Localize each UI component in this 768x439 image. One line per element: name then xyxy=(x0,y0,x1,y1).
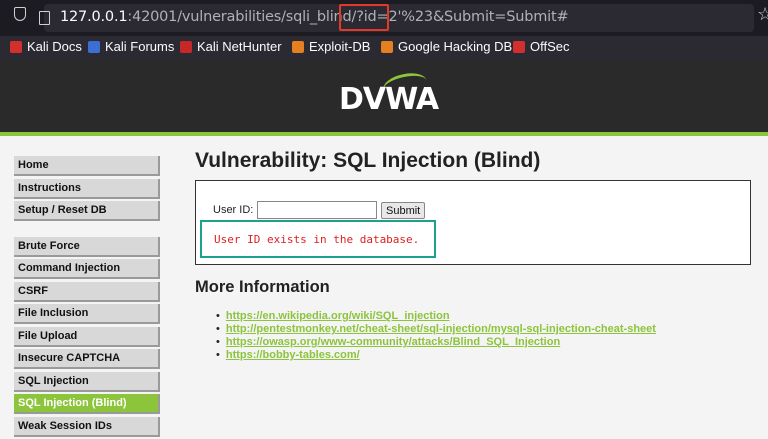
ghdb-icon xyxy=(381,40,393,53)
bookmark-kali-forums[interactable]: Kali Forums xyxy=(88,39,174,54)
reference-link[interactable]: https://en.wikipedia.org/wiki/SQL_inject… xyxy=(226,310,450,322)
url-text[interactable]: 127.0.0.1:42001/vulnerabilities/sqli_bli… xyxy=(60,9,569,25)
bookmark-label: Kali Docs xyxy=(27,39,82,54)
sidebar-item-file-upload[interactable]: File Upload xyxy=(14,326,160,347)
sidebar-item-weak-session-ids[interactable]: Weak Session IDs xyxy=(14,416,160,437)
sidebar-item-home[interactable]: Home xyxy=(14,156,160,176)
sidebar-item-brute-force[interactable]: Brute Force xyxy=(14,236,160,257)
bookmark-label: Kali Forums xyxy=(105,39,175,54)
list-item: http://pentestmonkey.net/cheat-sheet/sql… xyxy=(216,323,656,336)
reference-link[interactable]: https://owasp.org/www-community/attacks/… xyxy=(226,336,560,348)
bookmark-label: OffSec xyxy=(530,39,570,54)
sidebar-item-insecure-captcha[interactable]: Insecure CAPTCHA xyxy=(14,349,160,369)
exploit-db-icon xyxy=(292,40,304,53)
kali-forums-icon xyxy=(88,40,100,53)
user-id-input[interactable] xyxy=(257,201,377,219)
bookmark-label: Kali NetHunter xyxy=(197,39,282,54)
more-info-links: https://en.wikipedia.org/wiki/SQL_inject… xyxy=(216,310,656,362)
bookmark-google-hacking-db[interactable]: Google Hacking DB xyxy=(381,39,512,54)
url-highlight-box xyxy=(339,4,389,31)
page-title: Vulnerability: SQL Injection (Blind) xyxy=(195,149,541,172)
list-item: https://owasp.org/www-community/attacks/… xyxy=(216,336,656,349)
result-message: User ID exists in the database. xyxy=(214,233,420,246)
reference-link[interactable]: https://bobby-tables.com/ xyxy=(226,349,360,361)
url-bar[interactable]: 127.0.0.1:42001/vulnerabilities/sqli_bli… xyxy=(39,4,754,32)
list-item: https://bobby-tables.com/ xyxy=(216,349,656,362)
browser-toolbar: 127.0.0.1:42001/vulnerabilities/sqli_bli… xyxy=(0,0,768,36)
list-item: https://en.wikipedia.org/wiki/SQL_inject… xyxy=(216,310,656,323)
sidebar-item-sql-injection[interactable]: SQL Injection xyxy=(14,371,160,392)
nethunter-icon xyxy=(180,40,192,53)
vulnerable-form-box: User ID: Submit User ID exists in the da… xyxy=(195,180,751,265)
bookmark-exploit-db[interactable]: Exploit-DB xyxy=(292,39,370,54)
page-icon xyxy=(39,11,50,25)
sidebar-item-instructions[interactable]: Instructions xyxy=(14,178,160,199)
kali-docs-icon xyxy=(10,40,22,53)
sidebar-item-csrf[interactable]: CSRF xyxy=(14,281,160,302)
dvwa-logo: DVWA xyxy=(335,69,439,118)
user-id-label: User ID: xyxy=(213,204,254,216)
submit-button[interactable]: Submit xyxy=(381,202,426,219)
result-highlight-box: User ID exists in the database. xyxy=(200,220,436,258)
bookmark-label: Exploit-DB xyxy=(309,39,371,54)
sidebar-item-file-inclusion[interactable]: File Inclusion xyxy=(14,304,160,324)
reference-link[interactable]: http://pentestmonkey.net/cheat-sheet/sql… xyxy=(226,323,656,335)
bookmark-label: Google Hacking DB xyxy=(398,39,513,54)
offsec-icon xyxy=(513,40,525,53)
bookmark-star-icon[interactable]: ☆ xyxy=(757,4,768,25)
sidebar-item-setup-reset-db[interactable]: Setup / Reset DB xyxy=(14,201,160,221)
sidebar-item-sql-injection-blind[interactable]: SQL Injection (Blind) xyxy=(14,394,160,414)
bookmarks-bar: Kali Docs Kali Forums Kali NetHunter Exploi… xyxy=(0,36,768,60)
dvwa-header: DVWA xyxy=(0,60,768,132)
bookmark-offsec[interactable]: OffSec xyxy=(513,39,570,54)
bookmark-kali-docs[interactable]: Kali Docs xyxy=(10,39,82,54)
sidebar-item-command-injection[interactable]: Command Injection xyxy=(14,259,160,279)
bookmark-kali-nethunter[interactable]: Kali NetHunter xyxy=(180,39,282,54)
sidebar-menu: Home Instructions Setup / Reset DB Brute Fo… xyxy=(14,156,160,439)
logo-text: DVWA xyxy=(339,82,439,117)
header-divider xyxy=(0,132,768,136)
shield-icon[interactable] xyxy=(14,7,26,21)
more-info-heading: More Information xyxy=(195,278,330,296)
